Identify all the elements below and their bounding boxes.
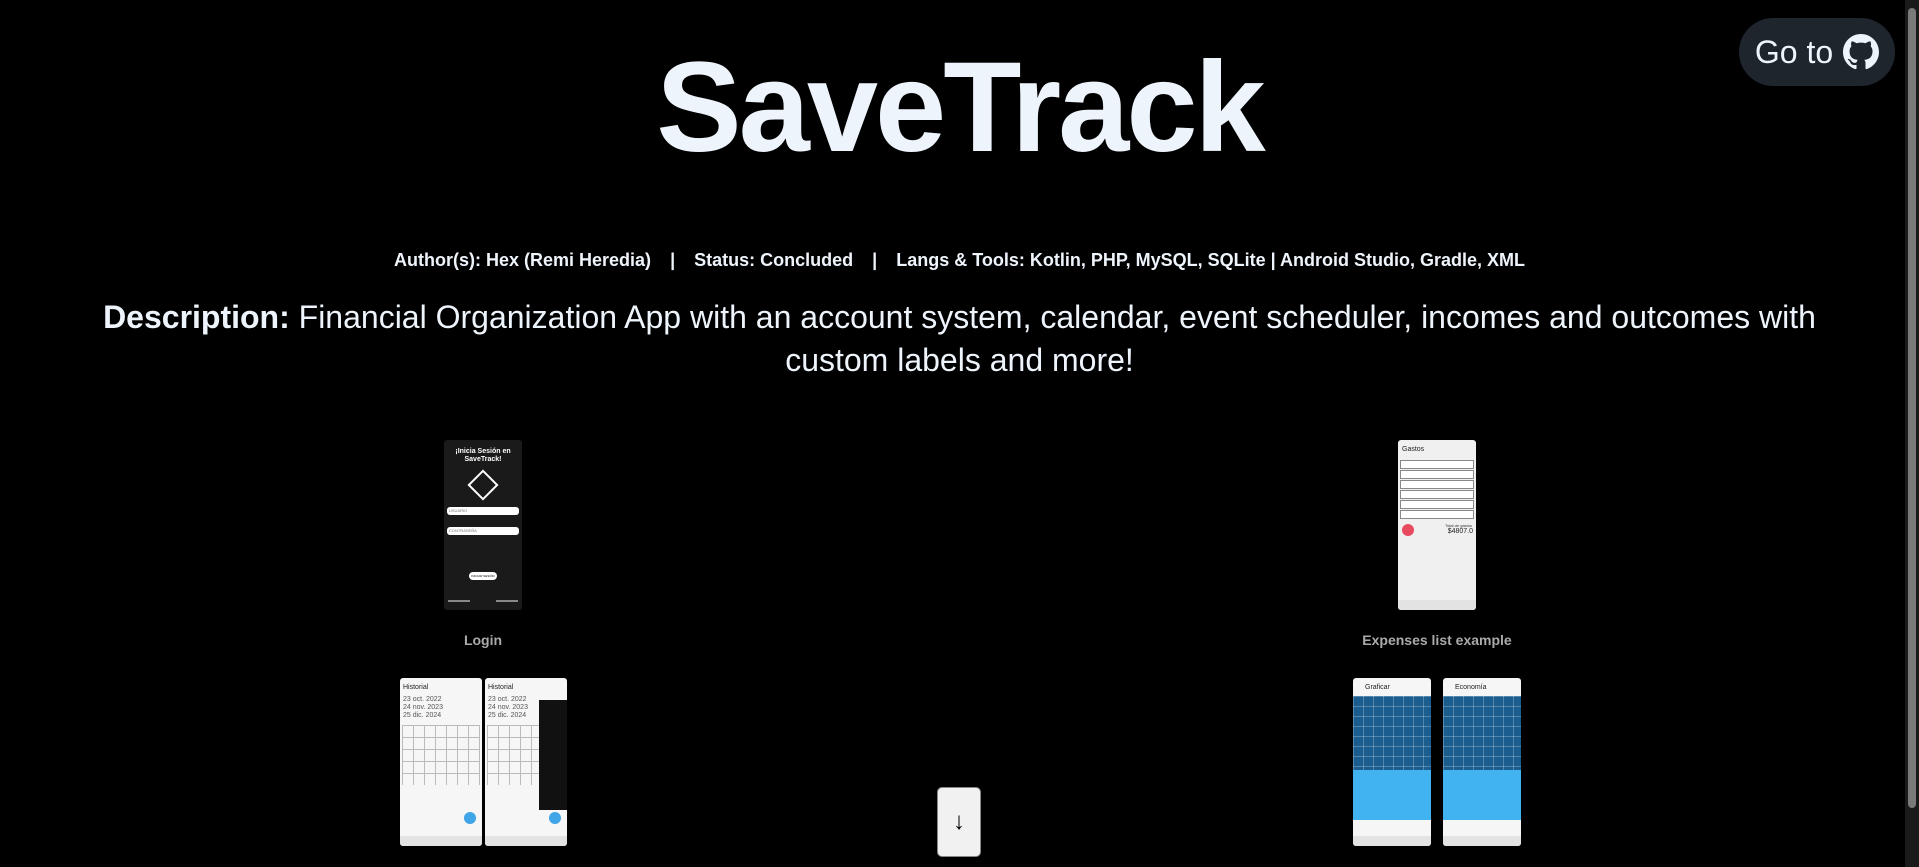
scroll-down-button[interactable]: ↓: [937, 787, 981, 857]
meta-separator: |: [670, 250, 676, 270]
login-screenshot[interactable]: ¡Inicia Sesión en SaveTrack! USUARIO CON…: [444, 440, 522, 610]
graph-screenshot-right[interactable]: Economía: [1443, 678, 1521, 846]
calendar-grid: [402, 725, 480, 785]
graph-plot: [1353, 696, 1431, 770]
add-fab-icon: [549, 812, 561, 824]
history-heading: Historial: [403, 684, 429, 691]
phone-nav-bar: [1443, 836, 1521, 846]
add-fab-icon: [464, 812, 476, 824]
page: SaveTrack Go to Author(s): Hex (Remi Her…: [0, 0, 1919, 867]
economy-plot: [1443, 696, 1521, 770]
goto-github-button[interactable]: Go to: [1739, 18, 1895, 86]
meta-separator: |: [872, 250, 878, 270]
scrollbar-thumb[interactable]: [1908, 8, 1916, 808]
graph-panel: [1353, 770, 1431, 820]
scrollbar[interactable]: [1905, 0, 1919, 867]
login-caption: Login: [463, 632, 503, 648]
phone-nav-bar: [400, 836, 482, 846]
history-screenshot-right[interactable]: Historial 23 oct. 2022 24 nov. 2023 25 d…: [485, 678, 567, 846]
history-heading: Historial: [488, 684, 514, 691]
page-title: SaveTrack: [656, 36, 1265, 179]
phone-nav-bar: [1353, 836, 1431, 846]
expenses-screenshot[interactable]: Gastos Total de gastos $4807.0: [1398, 440, 1476, 610]
meta-status: Status: Concluded: [694, 250, 854, 270]
expense-row: [1400, 510, 1474, 519]
expense-row: [1400, 480, 1474, 489]
side-menu: [539, 700, 567, 810]
expense-row: [1400, 460, 1474, 469]
history-screenshot-left[interactable]: Historial 23 oct. 2022 24 nov. 2023 25 d…: [400, 678, 482, 846]
github-icon: [1843, 34, 1880, 70]
phone-nav-bar: [1398, 600, 1476, 610]
economy-panel: [1443, 770, 1521, 820]
graph-heading: Graficar: [1365, 684, 1390, 691]
phone-nav-bar: [485, 836, 567, 846]
delete-fab-icon: [1402, 524, 1414, 536]
meta-tools: Langs & Tools: Kotlin, PHP, MySQL, SQLit…: [896, 250, 1525, 270]
expense-row: [1400, 500, 1474, 509]
expense-row: [1400, 490, 1474, 499]
economy-heading: Economía: [1455, 684, 1487, 691]
login-heading: ¡Inicia Sesión en SaveTrack!: [455, 448, 511, 463]
expenses-caption: Expenses list example: [1362, 632, 1512, 648]
project-description: Description: Financial Organization App …: [100, 296, 1819, 382]
expenses-heading: Gastos: [1402, 446, 1425, 453]
history-date-picker: 23 oct. 2022 24 nov. 2023 25 dic. 2024: [403, 696, 443, 719]
login-submit-button: INICIAR SESIÓN: [469, 572, 497, 580]
project-meta: Author(s): Hex (Remi Heredia) | Status: …: [0, 250, 1919, 271]
login-pass-field: CONTRASEÑA: [447, 527, 519, 535]
login-footer: [448, 600, 518, 603]
meta-authors: Author(s): Hex (Remi Heredia): [394, 250, 652, 270]
description-text: Financial Organization App with an accou…: [298, 299, 1816, 378]
goto-label: Go to: [1754, 33, 1834, 70]
expenses-total: $4807.0: [1447, 528, 1473, 535]
graph-screenshot-left[interactable]: Graficar: [1353, 678, 1431, 846]
expense-row: [1400, 470, 1474, 479]
description-label: Description:: [103, 299, 290, 335]
app-logo-icon: [467, 469, 499, 501]
login-user-field: USUARIO: [447, 507, 519, 515]
